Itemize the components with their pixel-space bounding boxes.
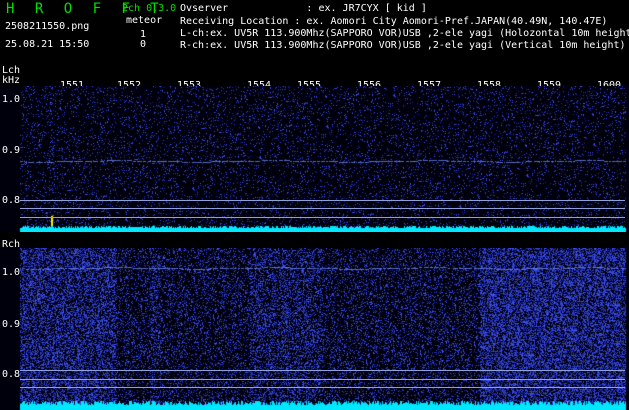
lch-ytick-label: 1.0 bbox=[2, 94, 21, 105]
lch-ytick-label: 0.9 bbox=[2, 145, 21, 156]
rch-reference-line bbox=[20, 379, 625, 380]
lch-waterfall bbox=[0, 86, 629, 232]
rch-ytick-label: 1.0 bbox=[2, 267, 21, 278]
lch-spectrogram bbox=[0, 86, 629, 232]
datetime: 25.08.21 15:50 bbox=[5, 39, 90, 50]
lch-reference-line bbox=[20, 200, 625, 201]
rch-waterfall bbox=[0, 248, 629, 410]
lch-reference-line bbox=[20, 217, 625, 218]
version-label: 2ch 0.3.0 bbox=[122, 3, 177, 14]
lch-unit: kHz bbox=[2, 75, 21, 86]
rch-ytick-label: 0.8 bbox=[2, 369, 21, 380]
rch-ytick-label: 0.9 bbox=[2, 319, 21, 330]
filename: 2508211550.png bbox=[5, 21, 90, 32]
observer-line: Ovserver : ex. JR7CYX [ kid ] bbox=[180, 3, 427, 14]
rch-spectrogram bbox=[0, 248, 629, 410]
meteor-label: meteor bbox=[126, 15, 163, 26]
location-line: Receiving Location : ex. Aomori City Aom… bbox=[180, 16, 608, 27]
rch-reference-line bbox=[20, 387, 625, 388]
lch-reference-line bbox=[20, 208, 625, 209]
rch-info-line: R-ch:ex. UV5R 113.900Mhz(SAPPORO VOR)USB… bbox=[180, 40, 626, 51]
rch-reference-line bbox=[20, 370, 625, 371]
lch-ytick-label: 0.8 bbox=[2, 195, 21, 206]
lch-info-line: L-ch:ex. UV5R 113.900Mhz(SAPPORO VOR)USB… bbox=[180, 28, 629, 39]
rch-meteor-count: 0 bbox=[140, 39, 147, 50]
